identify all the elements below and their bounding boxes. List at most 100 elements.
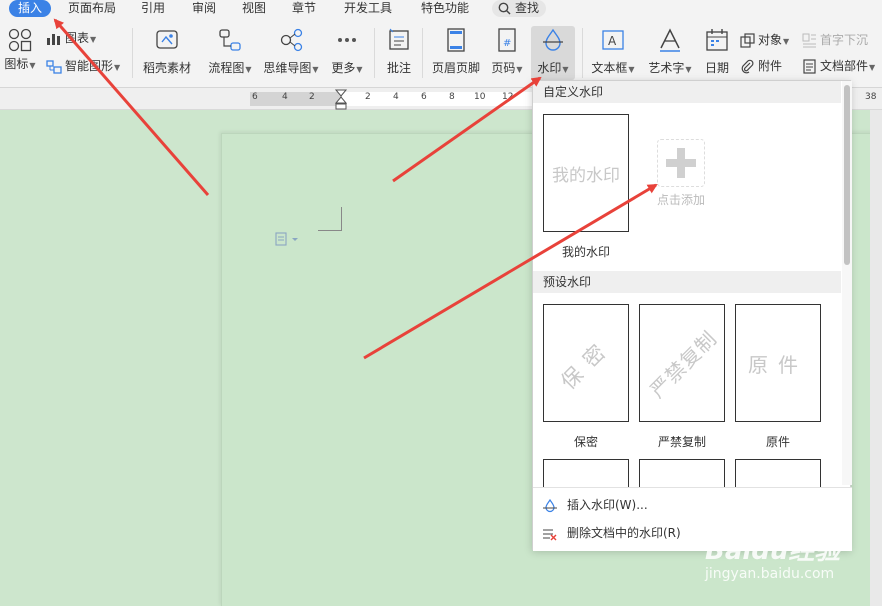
plus-icon — [666, 148, 696, 178]
textbox-icon: A — [602, 30, 624, 50]
preset-thumbnail-partial[interactable] — [735, 459, 821, 487]
drop-cap-button[interactable]: 首字下沉 — [802, 30, 868, 50]
delete-watermark-label: 删除文档中的水印(R) — [567, 526, 681, 540]
tab-section[interactable]: 章节 — [292, 0, 316, 17]
doc-parts-icon — [803, 59, 816, 74]
ruler-tick: 4 — [282, 92, 288, 102]
more-label: 更多 — [331, 61, 356, 75]
icon-library-button[interactable]: 图标▼ — [2, 26, 38, 74]
dropdown-scrollbar[interactable] — [842, 81, 852, 485]
ruler-tick: 2 — [309, 92, 315, 102]
more-button[interactable]: 更多▼ — [328, 26, 366, 78]
docer-icon — [156, 30, 178, 49]
watermark-button[interactable]: 水印▼ — [531, 26, 575, 80]
margin-corner-mark — [318, 207, 342, 231]
insert-watermark-icon — [543, 498, 557, 512]
ruler-tick: 12 — [502, 92, 514, 102]
mindmap-label: 思维导图 — [263, 61, 312, 75]
preset-original-preview: 原件 — [748, 352, 808, 377]
tab-special-features[interactable]: 特色功能 — [421, 0, 469, 17]
bar-chart-icon — [47, 33, 60, 45]
page-number-button[interactable]: # 页码▼ — [488, 26, 526, 78]
flowchart-button[interactable]: 流程图▼ — [203, 26, 257, 78]
preset-original-thumbnail[interactable]: 原件 — [735, 304, 821, 422]
calendar-icon — [706, 29, 728, 51]
custom-watermark-header: 自定义水印 — [533, 81, 841, 103]
ruler-tick: 10 — [474, 92, 486, 102]
delete-watermark-icon — [543, 529, 557, 540]
preset-thumbnail-partial[interactable] — [543, 459, 629, 487]
svg-text:#: # — [503, 38, 511, 49]
indent-marker[interactable] — [335, 89, 347, 110]
mindmap-button[interactable]: 思维导图▼ — [262, 26, 320, 78]
wordart-icon — [660, 28, 680, 52]
textbox-label: 文本框 — [591, 61, 628, 75]
tab-developer[interactable]: 开发工具 — [344, 0, 392, 17]
object-label: 对象 — [758, 33, 783, 47]
doc-parts-button[interactable]: 文档部件▼ — [802, 56, 875, 76]
page-number-label: 页码 — [491, 61, 516, 75]
textbox-button[interactable]: A 文本框▼ — [589, 26, 637, 78]
flowchart-icon — [219, 29, 241, 51]
mindmap-icon — [280, 28, 303, 52]
paste-options-icon[interactable] — [275, 231, 301, 247]
preset-confidential-thumbnail[interactable]: 保密 — [543, 304, 629, 422]
my-watermark-caption: 我的水印 — [561, 245, 610, 259]
watermark-label: 水印 — [537, 61, 562, 75]
insert-ribbon: 图标▼ 图表▼ 智能图形▼ 稻壳素材 流程图▼ 思维导图▼ 更多▼ 批注 页眉页… — [0, 18, 882, 88]
comment-label: 批注 — [386, 61, 411, 75]
my-watermark-thumbnail[interactable]: 我的水印 — [543, 114, 629, 232]
drop-cap-icon — [802, 33, 816, 48]
add-watermark-button[interactable] — [657, 139, 705, 187]
header-footer-button[interactable]: 页眉页脚 — [428, 26, 484, 76]
page-number-icon: # — [498, 28, 516, 52]
tab-review[interactable]: 审阅 — [192, 0, 216, 17]
ruler-tick: 4 — [393, 92, 399, 102]
ruler-tick: 6 — [421, 92, 427, 102]
object-icon — [740, 33, 755, 48]
object-button[interactable]: 对象▼ — [740, 30, 789, 50]
preset-confidential-preview: 保密 — [556, 333, 618, 395]
doc-parts-label: 文档部件 — [820, 59, 869, 73]
preset-original-caption: 原件 — [765, 435, 790, 449]
date-label: 日期 — [704, 61, 729, 75]
tab-insert[interactable]: 插入 — [9, 0, 52, 17]
smart-graphic-button[interactable]: 智能图形▼ — [46, 56, 120, 76]
insert-watermark-action[interactable]: 插入水印(W)... — [543, 494, 648, 516]
ruler-tick: 8 — [449, 92, 455, 102]
delete-watermark-action[interactable]: 删除文档中的水印(R) — [543, 522, 681, 544]
docer-materials-button[interactable]: 稻壳素材 — [140, 26, 194, 76]
date-button[interactable]: 日期 — [702, 26, 732, 76]
smart-graphic-icon — [46, 59, 62, 74]
svg-text:A: A — [608, 34, 617, 48]
shapes-icon — [8, 28, 32, 52]
comment-icon — [389, 28, 409, 50]
menu-bar: 插入 页面布局 引用 审阅 视图 章节 开发工具 特色功能 查找 — [0, 0, 882, 18]
tab-view[interactable]: 视图 — [242, 0, 266, 17]
attachment-button[interactable]: 附件 — [740, 56, 782, 76]
insert-watermark-label: 插入水印(W)... — [567, 498, 648, 512]
flowchart-label: 流程图 — [208, 61, 245, 75]
tab-references[interactable]: 引用 — [141, 0, 165, 17]
more-icon — [338, 38, 356, 42]
wordart-label: 艺术字 — [648, 61, 685, 75]
preset-no-copy-preview: 严禁复制 — [644, 325, 722, 403]
wordart-button[interactable]: 艺术字▼ — [646, 26, 694, 78]
preset-watermark-header: 预设水印 — [533, 271, 841, 293]
scrollbar-thumb[interactable] — [844, 85, 850, 265]
watermark-dropdown: 自定义水印 我的水印 我的水印 点击添加 预设水印 保密 保密 严禁复制 严禁复… — [532, 80, 852, 551]
preset-confidential-caption: 保密 — [573, 435, 598, 449]
chart-button[interactable]: 图表▼ — [46, 28, 96, 48]
search-button[interactable]: 查找 — [492, 0, 546, 17]
docer-label: 稻壳素材 — [142, 61, 191, 75]
preset-no-copy-thumbnail[interactable]: 严禁复制 — [639, 304, 725, 422]
search-label: 查找 — [515, 1, 540, 15]
comment-button[interactable]: 批注 — [382, 26, 416, 76]
ruler-tick: 2 — [365, 92, 371, 102]
brand-url: jingyan.baidu.com — [705, 566, 835, 582]
paperclip-icon — [741, 59, 754, 74]
baidu-jingyan-watermark: Baidu经验 jingyan.baidu.com — [705, 530, 875, 606]
search-icon — [498, 2, 511, 15]
tab-page-layout[interactable]: 页面布局 — [68, 0, 116, 17]
preset-thumbnail-partial[interactable] — [639, 459, 725, 487]
